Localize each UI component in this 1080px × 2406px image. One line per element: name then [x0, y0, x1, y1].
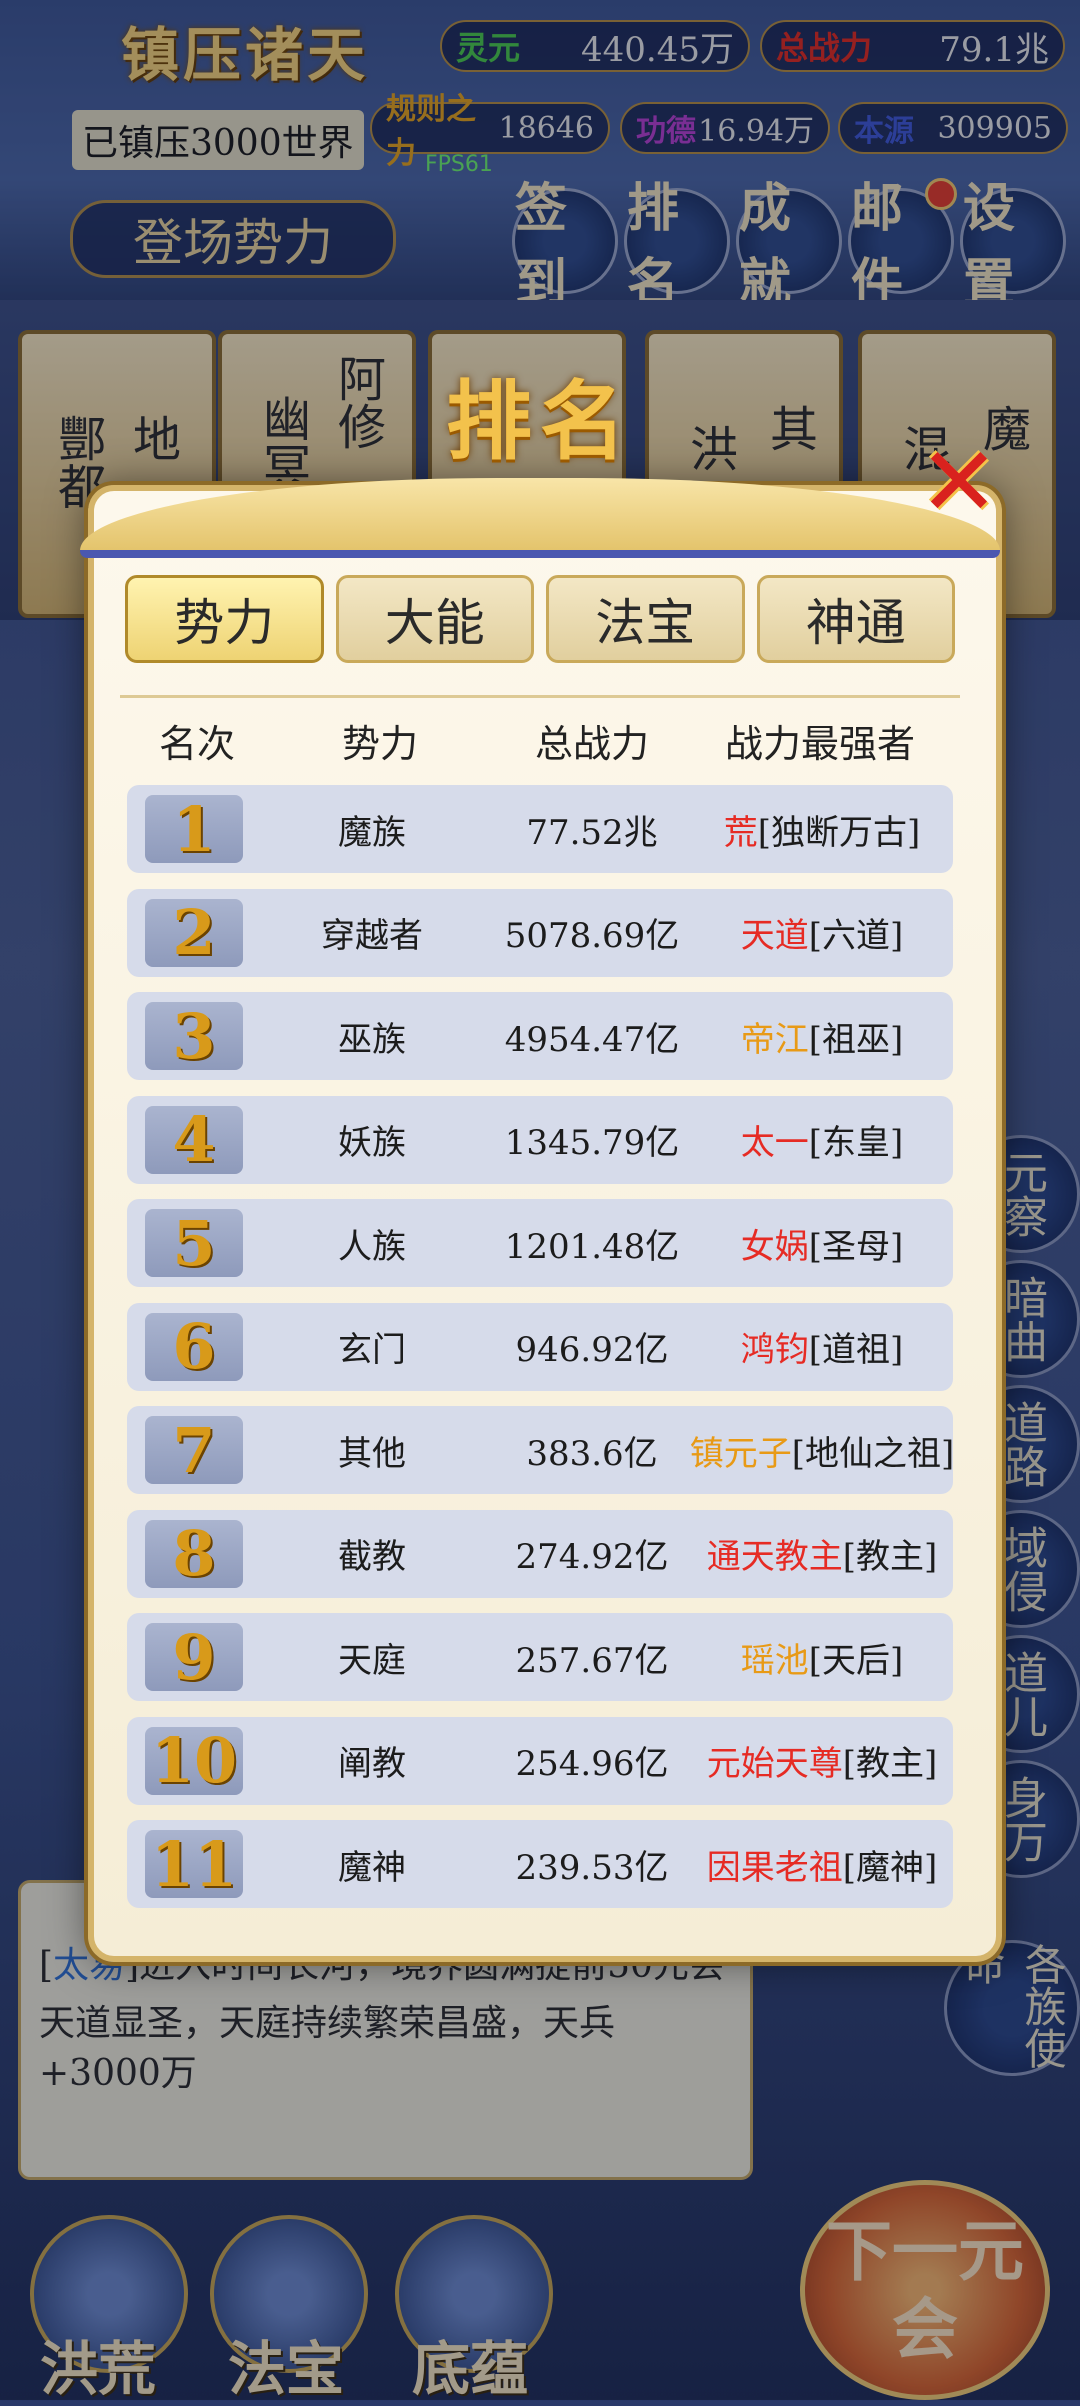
strongest-cell: 镇元子 [地仙之祖] [687, 1406, 957, 1494]
faction-cell: 天庭 [338, 1640, 406, 1681]
power-cell: 383.6亿 [526, 1433, 658, 1474]
rank-badge: 10 [145, 1724, 243, 1797]
strongest-cell: 因果老祖 [魔神] [687, 1820, 957, 1908]
strongest-cell: 通天教主 [教主] [687, 1510, 957, 1598]
tabs-divider [120, 695, 960, 698]
modal-title: 排名 [446, 370, 634, 472]
power-cell: 254.96亿 [515, 1744, 669, 1784]
column-header-strongest: 战力最强者 [724, 721, 915, 766]
power-cell: 257.67亿 [515, 1640, 669, 1681]
strongest-title: [地仙之祖] [791, 1433, 955, 1474]
table-row[interactable]: 6 玄门 946.92亿 鸿钧 [道祖] [127, 1302, 953, 1391]
power-cell: 77.52兆 [526, 812, 658, 853]
faction-cell: 阐教 [338, 1744, 406, 1784]
table-row[interactable]: 8 截教 274.92亿 通天教主 [教主] [127, 1509, 953, 1598]
faction-cell: 妖族 [338, 1123, 406, 1163]
strongest-name: 女娲 [740, 1226, 809, 1267]
strongest-name: 荒 [723, 812, 758, 853]
table-row[interactable]: 5 人族 1201.48亿 女娲 [圣母] [127, 1199, 953, 1287]
strongest-cell: 鸿钧 [道祖] [687, 1303, 957, 1391]
strongest-name: 太一 [740, 1123, 809, 1163]
faction-cell: 截教 [338, 1537, 406, 1577]
rank-badge: 6 [145, 1310, 243, 1383]
ranking-tabs: 势力 大能 法宝 神通 [125, 575, 955, 667]
tab-divine-art[interactable]: 神通 [756, 575, 955, 663]
table-row[interactable]: 10 阐教 254.96亿 元始天尊 [教主] [127, 1716, 953, 1805]
rank-badge: 3 [145, 1000, 243, 1073]
rank-badge: 5 [145, 1207, 243, 1280]
rank-badge: 7 [145, 1414, 243, 1487]
column-header-rank: 名次 [158, 721, 235, 766]
strongest-name: 瑶池 [740, 1640, 809, 1681]
power-cell: 946.92亿 [515, 1330, 669, 1370]
table-row[interactable]: 1 魔族 77.52兆 荒 [独断万古] [127, 785, 953, 873]
rank-badge: 4 [145, 1103, 243, 1176]
tab-great-power[interactable]: 大能 [335, 575, 534, 663]
strongest-cell: 瑶池 [天后] [687, 1613, 957, 1701]
tab-faction[interactable]: 势力 [125, 575, 324, 663]
strongest-cell: 女娲 [圣母] [687, 1199, 957, 1287]
faction-cell: 玄门 [338, 1330, 406, 1370]
strongest-name: 因果老祖 [706, 1847, 843, 1888]
strongest-title: [圣母] [808, 1226, 904, 1267]
strongest-cell: 元始天尊 [教主] [687, 1717, 957, 1805]
faction-cell: 其他 [338, 1433, 406, 1474]
table-row[interactable]: 11 魔神 239.53亿 因果老祖 [魔神] [127, 1820, 953, 1908]
strongest-cell: 天道 [六道] [687, 889, 957, 977]
strongest-name: 元始天尊 [706, 1744, 843, 1784]
strongest-title: [祖巫] [808, 1019, 904, 1060]
faction-cell: 穿越者 [321, 916, 423, 956]
strongest-title: [道祖] [808, 1330, 904, 1370]
strongest-title: [天后] [808, 1640, 904, 1681]
table-row[interactable]: 7 其他 383.6亿 镇元子 [地仙之祖] [127, 1406, 954, 1494]
power-cell: 5078.69亿 [504, 916, 680, 956]
strongest-name: 通天教主 [706, 1537, 843, 1577]
power-cell: 1345.79亿 [504, 1123, 680, 1163]
strongest-title: [教主] [842, 1537, 938, 1577]
faction-cell: 魔族 [338, 812, 406, 853]
column-header-power: 总战力 [534, 721, 649, 766]
power-cell: 1201.48亿 [504, 1226, 680, 1267]
strongest-title: [教主] [842, 1744, 938, 1784]
rank-badge: 8 [145, 1517, 243, 1590]
power-cell: 239.53亿 [515, 1847, 669, 1888]
strongest-cell: 荒 [独断万古] [687, 785, 957, 873]
faction-cell: 魔神 [338, 1847, 406, 1888]
power-cell: 4954.47亿 [504, 1019, 680, 1060]
strongest-title: [六道] [808, 916, 904, 956]
table-row[interactable]: 4 妖族 1345.79亿 太一 [东皇] [127, 1095, 953, 1184]
strongest-title: [东皇] [808, 1123, 904, 1163]
power-cell: 274.92亿 [515, 1537, 669, 1577]
strongest-cell: 太一 [东皇] [687, 1096, 957, 1184]
strongest-title: [魔神] [842, 1847, 938, 1888]
strongest-name: 鸿钧 [740, 1330, 809, 1370]
strongest-title: [独断万古] [757, 812, 921, 853]
table-row[interactable]: 2 穿越者 5078.69亿 天道 [六道] [127, 888, 953, 977]
table-row[interactable]: 9 天庭 257.67亿 瑶池 [天后] [127, 1613, 953, 1701]
rank-badge: 9 [145, 1621, 243, 1694]
strongest-name: 天道 [740, 916, 809, 956]
column-header-faction: 势力 [341, 721, 418, 766]
faction-cell: 人族 [338, 1226, 406, 1267]
rank-badge: 11 [145, 1828, 243, 1901]
close-x-icon[interactable]: ✕ [915, 426, 1003, 538]
header-book-ornament [80, 478, 1000, 558]
rank-badge: 2 [145, 896, 243, 969]
table-row[interactable]: 3 巫族 4954.47亿 帝江 [祖巫] [127, 992, 953, 1080]
faction-cell: 巫族 [338, 1019, 406, 1060]
strongest-name: 帝江 [740, 1019, 809, 1060]
strongest-name: 镇元子 [689, 1433, 792, 1474]
tab-treasure[interactable]: 法宝 [546, 575, 745, 663]
rank-badge: 1 [145, 793, 243, 866]
ranking-list: 1 魔族 77.52兆荒 [独断万古] 2 穿越者 5078.69亿 天道 [六道] 3 巫族 495… [127, 785, 954, 1924]
strongest-cell: 帝江 [祖巫] [687, 992, 957, 1080]
